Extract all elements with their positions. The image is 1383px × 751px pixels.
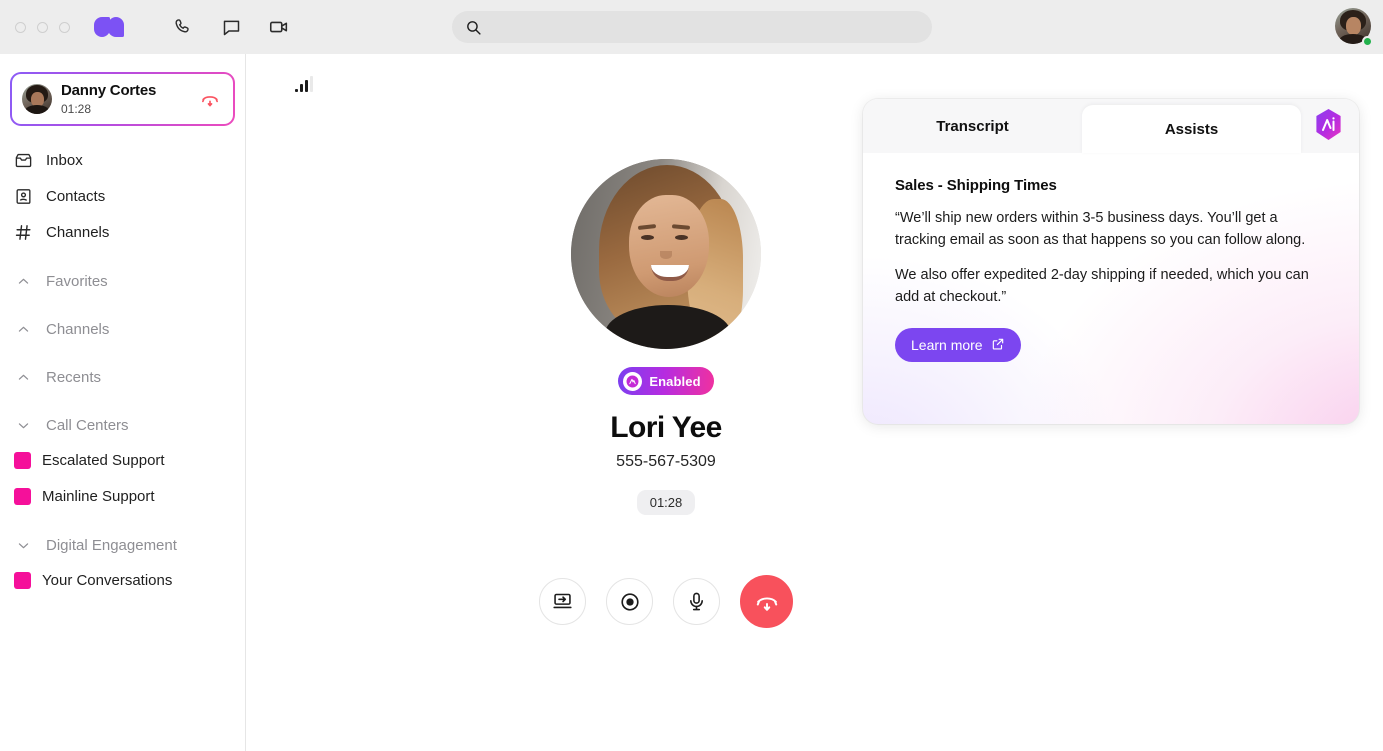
sidebar-item-label: Contacts	[46, 187, 106, 205]
sidebar-section-recents[interactable]: Recents	[0, 360, 245, 394]
sidebar-item-contacts[interactable]: Contacts	[0, 178, 245, 214]
dialpad-logo	[94, 15, 124, 39]
channel-label: Mainline Support	[42, 487, 155, 505]
logo-right-lobe	[108, 17, 124, 37]
sidebar-item-label: Inbox	[46, 151, 83, 169]
status-badge-online	[1362, 36, 1373, 47]
active-call-card[interactable]: Danny Cortes 01:28	[10, 72, 235, 126]
call-duration-timer: 01:28	[636, 490, 696, 515]
hash-icon	[12, 223, 34, 242]
external-link-icon	[991, 337, 1005, 354]
mute-button[interactable]	[673, 578, 720, 625]
tab-assists[interactable]: Assists	[1082, 105, 1301, 153]
assist-tab-row: Transcript Assists	[863, 99, 1359, 153]
tab-label: Assists	[1164, 120, 1219, 138]
record-call-button[interactable]	[606, 578, 653, 625]
channel-color-swatch	[14, 571, 31, 589]
contacts-icon	[12, 187, 34, 206]
chevron-up-icon	[12, 370, 34, 385]
caller-avatar	[571, 159, 761, 349]
ai-enabled-label: Enabled	[649, 373, 701, 389]
active-call-avatar	[22, 84, 52, 114]
window-close-button[interactable]	[15, 21, 26, 33]
topbar-icon-group	[170, 14, 292, 40]
assist-panel: Transcript Assists Sales - Shipping Time…	[863, 99, 1359, 424]
call-controls	[539, 575, 793, 628]
sidebar-item-your-conversations[interactable]: Your Conversations	[0, 562, 245, 598]
assist-card: Sales - Shipping Times “We’ll ship new o…	[863, 153, 1359, 362]
window-titlebar	[0, 0, 1383, 54]
tab-label: Transcript	[936, 117, 1009, 135]
learn-more-label: Learn more	[911, 337, 983, 353]
ai-badge-icon	[623, 371, 643, 391]
chevron-down-icon	[12, 538, 34, 553]
message-icon[interactable]	[218, 14, 244, 40]
ai-enabled-badge[interactable]: Enabled	[618, 367, 714, 395]
sidebar-section-channels[interactable]: Channels	[0, 312, 245, 346]
sidebar-section-favorites[interactable]: Favorites	[0, 264, 245, 298]
sidebar: Danny Cortes 01:28 Inbox Contacts Channe…	[0, 54, 246, 751]
assist-card-title: Sales - Shipping Times	[895, 177, 1057, 194]
chevron-up-icon	[12, 274, 34, 289]
learn-more-button[interactable]: Learn more	[895, 328, 1021, 362]
search-input[interactable]	[452, 11, 932, 43]
video-icon[interactable]	[266, 14, 292, 40]
channel-color-swatch	[14, 451, 31, 469]
end-call-button[interactable]	[740, 575, 793, 628]
phone-icon[interactable]	[170, 14, 196, 40]
sidebar-item-escalated-support[interactable]: Escalated Support	[0, 442, 245, 478]
window-minimize-button[interactable]	[37, 21, 48, 33]
sidebar-item-mainline-support[interactable]: Mainline Support	[0, 478, 245, 514]
sidebar-item-inbox[interactable]: Inbox	[0, 142, 245, 178]
assist-card-paragraph-1: “We’ll ship new orders within 3-5 busine…	[895, 210, 1306, 248]
main-content: Enabled Lori Yee 555-567-5309 01:28 Tran…	[246, 54, 1383, 751]
tab-transcript[interactable]: Transcript	[863, 99, 1082, 153]
active-call-duration: 01:28	[61, 101, 92, 116]
sidebar-item-label: Channels	[46, 223, 110, 241]
sidebar-end-call-button[interactable]	[197, 86, 223, 112]
channel-label: Your Conversations	[42, 571, 173, 589]
caller-name: Lori Yee	[610, 411, 722, 444]
window-traffic-lights	[15, 21, 70, 33]
sidebar-section-digital-engagement[interactable]: Digital Engagement	[0, 528, 245, 562]
ai-hexagon-icon[interactable]	[1313, 108, 1344, 142]
chevron-up-icon	[12, 322, 34, 337]
avatar-face	[1346, 17, 1361, 35]
channel-color-swatch	[14, 487, 31, 505]
caller-phone-number: 555-567-5309	[616, 453, 716, 470]
sidebar-section-label: Digital Engagement	[46, 536, 177, 554]
channel-label: Escalated Support	[42, 451, 165, 469]
chevron-down-icon	[12, 418, 34, 433]
sidebar-section-call-centers[interactable]: Call Centers	[0, 408, 245, 442]
sidebar-section-label: Channels	[46, 320, 110, 338]
sidebar-section-label: Call Centers	[46, 416, 129, 434]
transfer-call-button[interactable]	[539, 578, 586, 625]
sidebar-section-label: Recents	[46, 368, 102, 386]
active-call-name: Danny Cortes	[61, 81, 157, 99]
global-search[interactable]	[452, 11, 932, 43]
inbox-icon	[12, 151, 34, 170]
window-zoom-button[interactable]	[59, 21, 70, 33]
sidebar-section-label: Favorites	[46, 272, 108, 290]
sidebar-item-channels[interactable]: Channels	[0, 214, 245, 250]
assist-card-paragraph-2: We also offer expedited 2-day shipping i…	[895, 267, 1309, 305]
